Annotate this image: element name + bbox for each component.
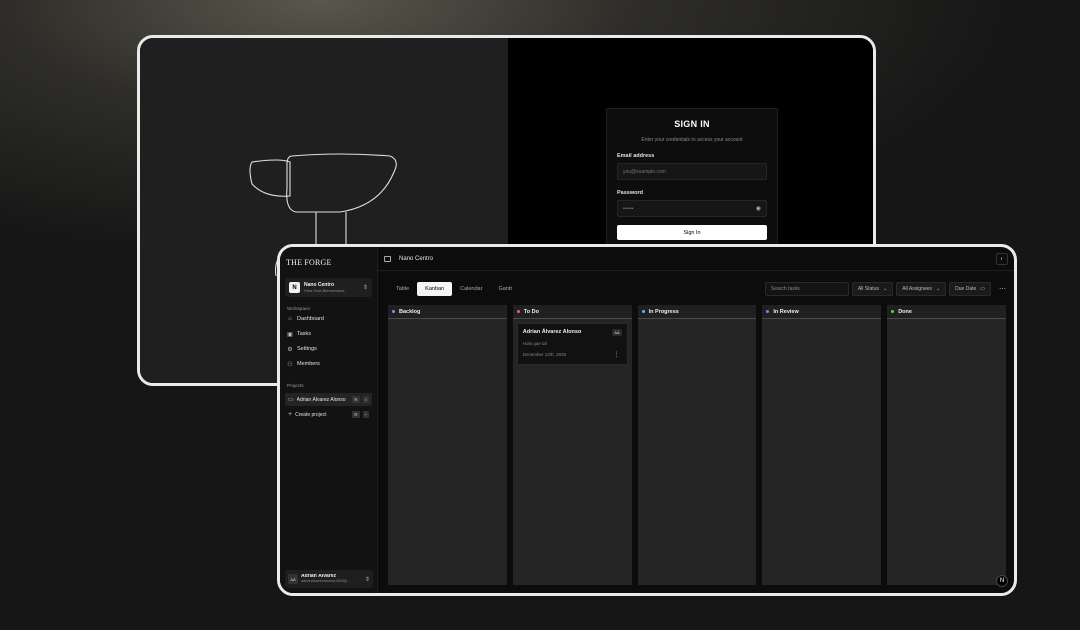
column-in-review: In Review xyxy=(762,305,882,585)
signin-title: SIGN IN xyxy=(674,119,710,129)
sidebar-item-label: Members xyxy=(297,361,320,367)
column-title: In Review xyxy=(773,308,799,315)
chevron-down-icon: ⌄ xyxy=(935,285,941,292)
search-input[interactable]: Search tasks xyxy=(764,281,849,296)
status-dot xyxy=(516,310,520,313)
chevron-down-icon: ⌄ xyxy=(882,285,888,292)
sidebar-item-label: Dashboard xyxy=(297,316,324,322)
sidebar-item-label: Tasks xyxy=(297,331,312,337)
column-backlog: Backlog xyxy=(388,305,507,585)
org-subtitle: Hola Hola Bienvenidos xyxy=(304,287,345,293)
kanban-board: Backlog To Do Adrian Álvarez Alonso AÁ H… xyxy=(388,305,1006,585)
status-dot xyxy=(766,310,770,313)
tab-gantt[interactable]: Gantt xyxy=(490,282,519,296)
user-menu[interactable]: AÁ Adrian Álvarez adrianalvarezalonso150… xyxy=(285,570,373,588)
avatar: AÁ xyxy=(288,574,298,584)
signin-card: SIGN IN Enter your credentials to access… xyxy=(606,108,778,258)
calendar-icon: ▭ xyxy=(980,285,985,292)
create-project-button[interactable]: + Create project ⌘ + xyxy=(285,408,372,421)
folder-icon: ▭ xyxy=(288,397,294,403)
tab-kanban[interactable]: Kanban xyxy=(417,281,453,296)
column-title: In Progress xyxy=(648,308,679,315)
status-filter[interactable]: All Status ⌄ xyxy=(851,281,894,296)
task-date: December 12th, 2025 xyxy=(522,352,567,357)
task-card[interactable]: Adrian Álvarez Alonso AÁ Hola que tal De… xyxy=(516,323,628,365)
status-dot xyxy=(891,310,895,313)
column-header: Done xyxy=(887,305,1006,319)
assignee-badge: AÁ xyxy=(612,329,622,336)
column-title: Done xyxy=(898,308,912,315)
gear-icon: ⚙ xyxy=(287,346,293,353)
signin-subtitle: Enter your credentials to access your ac… xyxy=(641,137,743,143)
sidebar-item-members[interactable]: ⚇ Members xyxy=(285,357,372,371)
column-header: In Review xyxy=(762,305,882,319)
column-title: Backlog xyxy=(399,308,421,315)
shortcut-key: ⌘ xyxy=(351,396,360,403)
sidebar-item-settings[interactable]: ⚙ Settings xyxy=(285,342,372,356)
column-header: To Do xyxy=(512,305,632,319)
plus-icon: + xyxy=(288,411,293,418)
column-in-progress: In Progress xyxy=(637,305,757,585)
password-field[interactable]: •••••• ◉ xyxy=(617,200,767,217)
clipboard-icon: ▣ xyxy=(287,331,293,338)
theme-toggle-icon[interactable]: ◐ xyxy=(996,252,1008,265)
user-text: Adrian Álvarez adrianalvarezalonso1503@.… xyxy=(301,574,362,585)
shortcut-key: + xyxy=(362,411,369,418)
create-project-label: Create project xyxy=(295,411,327,418)
assignees-filter-label: All Assignees xyxy=(902,285,932,292)
project-item[interactable]: ▭ Adrian Álvarez Alonso ⌘ 0 xyxy=(285,393,372,406)
page-title: Nano Centro xyxy=(399,255,434,262)
toolbar: Table Kanban Calendar Gantt Search tasks… xyxy=(388,281,1006,296)
topbar: Nano Centro ◐ xyxy=(378,247,1014,271)
status-dot xyxy=(392,310,395,313)
kebab-menu-icon[interactable]: ⋮ xyxy=(614,351,620,358)
status-dot xyxy=(641,310,645,313)
app-window: THE FORGE N Nano Centro Hola Hola Bienve… xyxy=(277,244,1017,596)
tab-table[interactable]: Table xyxy=(388,282,417,296)
chevron-updown-icon: ⇕ xyxy=(362,285,368,291)
password-label: Password xyxy=(617,190,643,196)
column-todo: To Do Adrian Álvarez Alonso AÁ Hola que … xyxy=(512,305,632,585)
due-date-label: Due Date xyxy=(955,285,977,292)
org-switcher[interactable]: N Nano Centro Hola Hola Bienvenidos ⇕ xyxy=(285,278,372,297)
email-label: Email address xyxy=(617,153,655,159)
main-content: Nano Centro ◐ Table Kanban Calendar Gant… xyxy=(378,247,1014,593)
sidebar-item-dashboard[interactable]: ⌂ Dashboard xyxy=(285,312,372,326)
users-icon: ⚇ xyxy=(287,361,293,368)
task-title: Adrian Álvarez Alonso xyxy=(522,329,582,335)
sidebar-item-tasks[interactable]: ▣ Tasks xyxy=(285,327,372,341)
more-icon[interactable]: ⋯ xyxy=(999,285,1006,293)
project-label: Adrian Álvarez Alonso xyxy=(296,396,346,403)
due-date-filter[interactable]: Due Date ▭ xyxy=(949,281,991,296)
dev-indicator-badge[interactable]: N xyxy=(996,575,1008,587)
filters: Search tasks All Status ⌄ All Assignees … xyxy=(764,281,1006,296)
chevron-updown-icon: ⇕ xyxy=(364,576,370,583)
eye-icon[interactable]: ◉ xyxy=(756,205,761,212)
tab-calendar[interactable]: Calendar xyxy=(452,282,490,296)
column-title: To Do xyxy=(523,308,539,315)
projects-label: Projects xyxy=(287,383,304,388)
home-icon: ⌂ xyxy=(288,316,292,322)
brand-logo: THE FORGE xyxy=(286,258,332,267)
workspace-label: Workspace xyxy=(287,306,310,311)
sidebar: THE FORGE N Nano Centro Hola Hola Bienve… xyxy=(280,247,378,593)
assignees-filter[interactable]: All Assignees ⌄ xyxy=(896,281,947,296)
shortcut-key: 0 xyxy=(362,396,369,403)
user-email: adrianalvarezalonso1503@... xyxy=(301,579,351,583)
org-text: Nano Centro Hola Hola Bienvenidos xyxy=(304,282,359,294)
sidebar-item-label: Settings xyxy=(297,346,317,352)
column-done: Done xyxy=(887,305,1006,585)
email-field[interactable]: you@example.com xyxy=(617,163,767,180)
email-placeholder: you@example.com xyxy=(623,168,666,175)
password-value: •••••• xyxy=(623,205,634,212)
org-logo: N xyxy=(289,282,300,293)
task-description: Hola que tal xyxy=(522,341,547,346)
status-filter-label: All Status xyxy=(857,285,879,292)
shortcut-key: ⌘ xyxy=(351,411,360,418)
column-header: In Progress xyxy=(637,305,757,319)
column-header: Backlog xyxy=(388,305,507,319)
signin-button[interactable]: Sign In xyxy=(617,225,767,240)
sidebar-toggle-icon[interactable] xyxy=(384,255,391,262)
